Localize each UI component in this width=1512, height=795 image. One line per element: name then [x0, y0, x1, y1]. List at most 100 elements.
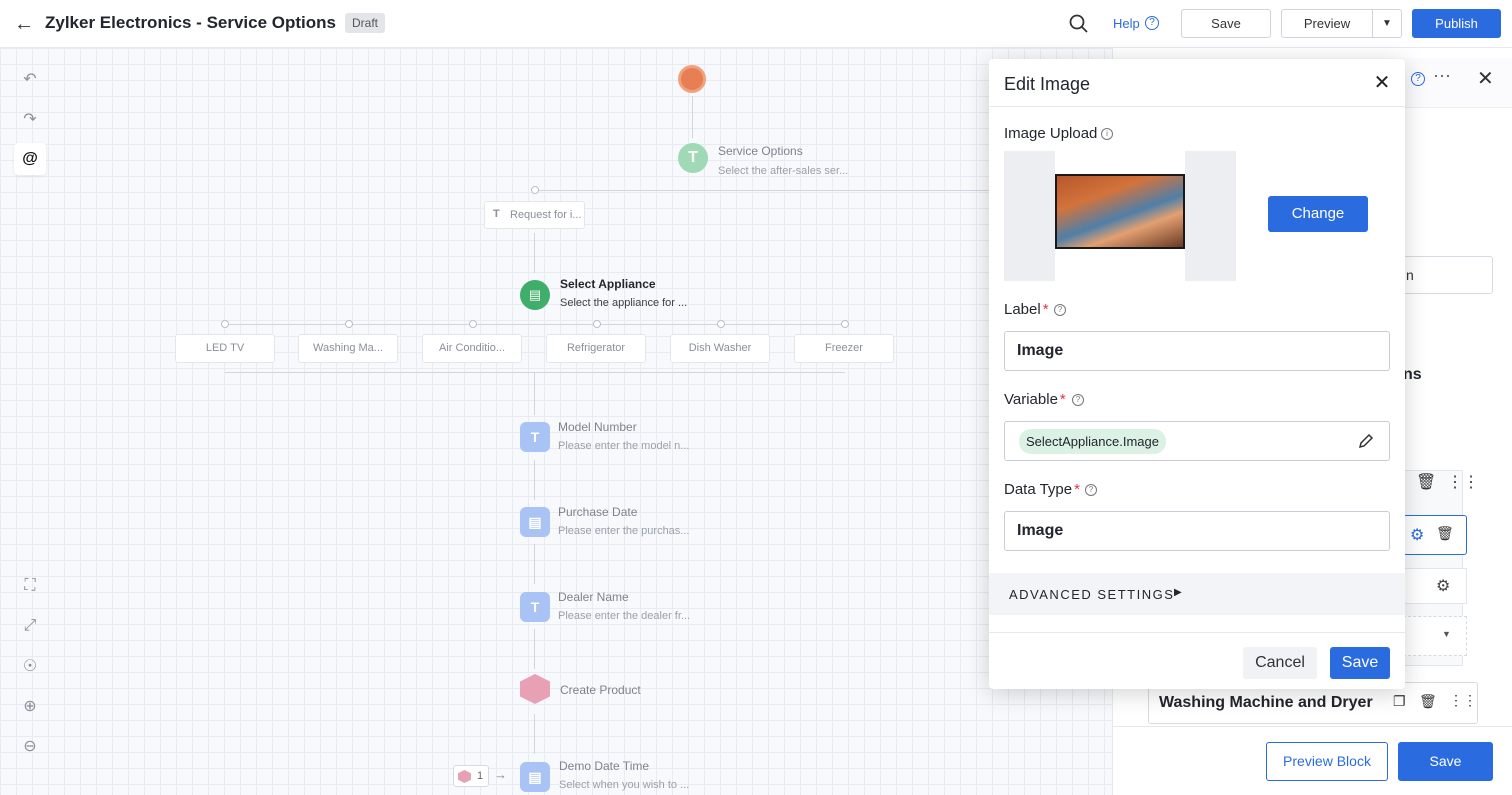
search-icon[interactable]: [1068, 13, 1090, 35]
label-field-label: Label *: [1004, 301, 1049, 318]
help-icon[interactable]: ?: [1085, 484, 1097, 496]
field-value: n: [1406, 267, 1414, 283]
location-icon[interactable]: ☉: [14, 650, 46, 682]
webhook-node-icon[interactable]: [520, 674, 550, 704]
fit-screen-icon[interactable]: ⛶: [14, 570, 46, 602]
connector-dot: [531, 186, 539, 194]
close-icon[interactable]: ✕: [1371, 72, 1393, 94]
text-node-icon[interactable]: T: [678, 143, 708, 173]
help-icon[interactable]: ?: [1054, 304, 1066, 316]
copy-icon[interactable]: ❐: [1393, 693, 1406, 710]
data-type-input[interactable]: Image: [1004, 511, 1390, 551]
mention-icon[interactable]: @: [14, 143, 46, 175]
start-node-icon[interactable]: [678, 65, 706, 93]
delete-icon[interactable]: 🗑: [1436, 525, 1454, 542]
save-button[interactable]: Save: [1181, 9, 1271, 38]
label-input[interactable]: Image: [1004, 331, 1390, 371]
drag-handle-icon[interactable]: ⋮⋮: [1449, 692, 1477, 709]
connector-dot: [469, 320, 477, 328]
node-title: Model Number: [558, 420, 637, 434]
node-title: Select Appliance: [560, 277, 656, 291]
advanced-settings-toggle[interactable]: ADVANCED SETTINGS ▶: [989, 573, 1405, 615]
choice-node[interactable]: LED TV: [175, 334, 275, 363]
connector: [534, 544, 535, 584]
linked-badge[interactable]: 1: [453, 765, 489, 787]
back-arrow-icon[interactable]: ←: [12, 12, 36, 36]
zoom-in-icon[interactable]: ⊕: [14, 690, 46, 722]
help-icon[interactable]: ?: [1072, 394, 1084, 406]
text-node-icon[interactable]: T: [520, 592, 550, 622]
node-title: Create Product: [560, 683, 641, 697]
node-title: Purchase Date: [558, 505, 638, 519]
choice-node[interactable]: Washing Ma...: [298, 334, 398, 363]
zoom-out-icon[interactable]: ⊖: [14, 730, 46, 762]
undo-icon[interactable]: ↶: [14, 63, 46, 95]
panel-save-button[interactable]: Save: [1398, 742, 1493, 781]
calendar-node-icon[interactable]: ▤: [520, 762, 550, 792]
text-field[interactable]: n: [1393, 256, 1493, 294]
variable-input[interactable]: SelectAppliance.Image: [1004, 421, 1390, 461]
flow-canvas[interactable]: ↶ ↷ @ ⛶ ⤢ ☉ ⊕ ⊖ T Service Options Select…: [0, 48, 1112, 795]
node-subtitle: Select the appliance for ...: [560, 297, 688, 309]
arrow-right-icon: →: [494, 767, 507, 782]
connector: [534, 460, 535, 500]
gear-icon[interactable]: ⚙: [1410, 525, 1424, 545]
help-icon[interactable]: ?: [1411, 72, 1425, 86]
more-icon[interactable]: ⋯: [1433, 66, 1451, 87]
chevron-down-icon[interactable]: ▼: [1372, 9, 1402, 38]
text-node-icon[interactable]: T: [520, 422, 550, 452]
text-icon: T: [493, 208, 500, 220]
help-icon[interactable]: ?: [1145, 16, 1159, 30]
close-icon[interactable]: ✕: [1477, 66, 1494, 91]
preview-button[interactable]: Preview: [1281, 9, 1373, 38]
dropdown-field[interactable]: ▼: [1403, 616, 1467, 656]
connector-dot: [345, 320, 353, 328]
choice-node[interactable]: Freezer: [794, 334, 894, 363]
redo-icon[interactable]: ↷: [14, 103, 46, 135]
required-marker: *: [1059, 391, 1066, 408]
connector-dot: [221, 320, 229, 328]
choice-node[interactable]: Refrigerator: [546, 334, 646, 363]
connector: [534, 233, 535, 273]
select-appliance-icon[interactable]: ▤: [520, 280, 550, 310]
option-row[interactable]: ⚙: [1403, 568, 1467, 604]
node-title: Dealer Name: [558, 590, 629, 604]
page-title: Zylker Electronics - Service Options: [45, 13, 337, 32]
data-type-field-label-text: Data Type: [1004, 481, 1073, 498]
expand-icon[interactable]: ⤢: [14, 610, 46, 642]
variable-field-label-text: Variable: [1004, 391, 1058, 408]
preview-block-button[interactable]: Preview Block: [1266, 742, 1388, 781]
change-image-button[interactable]: Change: [1268, 196, 1368, 232]
cancel-button[interactable]: Cancel: [1243, 647, 1317, 679]
modal-save-button[interactable]: Save: [1330, 647, 1390, 679]
label-field-label-text: Label: [1004, 301, 1041, 318]
data-type-field-label: Data Type *: [1004, 481, 1080, 498]
delete-icon[interactable]: 🗑: [1419, 693, 1437, 710]
gear-icon[interactable]: ⚙: [1436, 576, 1450, 596]
node-subtitle: Please enter the model n...: [558, 440, 690, 452]
status-badge: Draft: [345, 13, 386, 33]
caret-right-icon: ▶: [1174, 587, 1182, 598]
panel-footer: Preview Block Save: [1113, 726, 1512, 795]
node-subtitle: Please enter the dealer fr...: [558, 610, 691, 622]
choice-node[interactable]: Dish Washer: [670, 334, 770, 363]
tv-screen: [1057, 176, 1183, 247]
connector: [535, 190, 990, 191]
choice-node[interactable]: Air Conditio...: [422, 334, 522, 363]
delete-icon[interactable]: 🗑: [1416, 472, 1436, 492]
image-preview: [1004, 151, 1236, 281]
calendar-node-icon[interactable]: ▤: [520, 507, 550, 537]
info-icon[interactable]: i: [1101, 128, 1113, 140]
pencil-icon[interactable]: [1357, 432, 1375, 450]
node-subtitle: Please enter the purchas...: [558, 525, 690, 537]
advanced-settings-label: ADVANCED SETTINGS: [1009, 587, 1175, 602]
option-label: Washing Machine and Dryer: [1159, 694, 1373, 711]
request-node[interactable]: T Request for i...: [484, 201, 585, 229]
connector-dot: [841, 320, 849, 328]
drag-handle-icon[interactable]: ⋮⋮: [1447, 472, 1479, 492]
chevron-down-icon[interactable]: ▼: [1442, 629, 1451, 639]
publish-button[interactable]: Publish: [1412, 9, 1501, 38]
help-link[interactable]: Help: [1113, 16, 1140, 31]
connector-dot: [717, 320, 725, 328]
option-row-active[interactable]: ⚙ 🗑: [1403, 515, 1467, 555]
